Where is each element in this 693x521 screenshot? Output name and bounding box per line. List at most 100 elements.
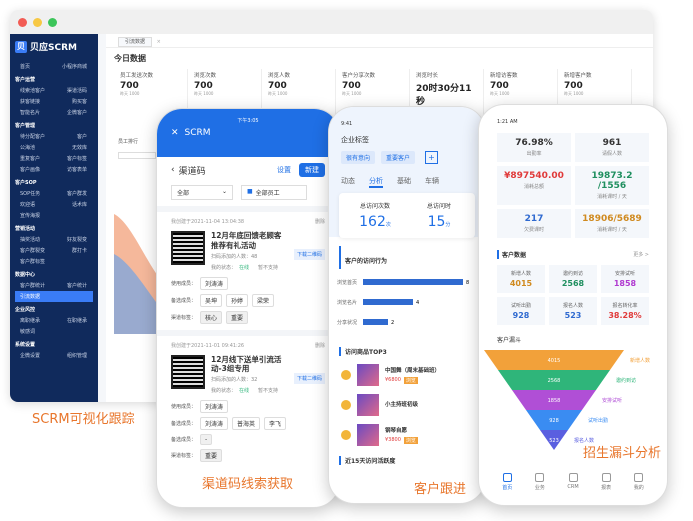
sidebar-item-left: 待分配客户 bbox=[20, 134, 46, 140]
filter-staff-select[interactable]: ■ 全部员工 bbox=[241, 185, 307, 200]
sidebar-item[interactable]: 智能名片 企微客户 bbox=[15, 107, 93, 118]
sidebar-item[interactable]: 公海池 无效库 bbox=[15, 142, 93, 153]
download-qr-button[interactable]: 下载二维码 bbox=[293, 249, 325, 260]
rank-select[interactable] bbox=[118, 152, 156, 159]
phone2-tabs: 动态 分析 基础 车辆 bbox=[341, 176, 473, 188]
sidebar-item[interactable]: 客户群裂变 群打卡 bbox=[15, 245, 93, 256]
bar bbox=[363, 319, 388, 325]
user-chip[interactable]: 刘涛涛 bbox=[200, 276, 229, 290]
more-link[interactable]: 更多 > bbox=[633, 251, 649, 258]
backup-chip[interactable]: 刘涛涛 bbox=[200, 417, 229, 430]
nav-item[interactable]: 报表 bbox=[601, 473, 611, 491]
brand: 贝 贝应SCRM bbox=[15, 40, 93, 53]
settings-button[interactable]: 设置 bbox=[277, 165, 291, 175]
sidebar-item[interactable]: 线索池客户 渠道活码 bbox=[15, 85, 93, 96]
sidebar-item[interactable]: 获客链接 购买客 bbox=[15, 96, 93, 107]
summary-cards: 76.98% 出勤率 961 请假人数 ¥897540.00 消耗总额 19873.2 /1… bbox=[479, 125, 667, 246]
channel-tag: 核心 bbox=[200, 310, 223, 324]
product-item[interactable]: 中国舞（周末基础班） ¥6800 浏览 bbox=[329, 360, 485, 390]
phone1-header: 下午3:05 ✕ SCRM bbox=[157, 109, 339, 157]
tag-label: 备选成员： bbox=[171, 437, 197, 443]
sidebar-item-left: 抽奖活动 bbox=[20, 237, 41, 243]
sidebar-item[interactable]: 引流数据 bbox=[15, 291, 93, 302]
delete-button[interactable]: 删除 bbox=[315, 342, 325, 349]
minimize-dot-icon[interactable] bbox=[33, 17, 42, 27]
sidebar-item-left: 重复客户 bbox=[20, 156, 41, 162]
sidebar-item[interactable]: 客户群标签 bbox=[15, 256, 93, 267]
nav-icon bbox=[568, 473, 578, 482]
bar-value: 2 bbox=[391, 320, 394, 326]
tab-traffic-data[interactable]: 引流数据 bbox=[118, 37, 153, 47]
sidebar-item[interactable]: 首页 小程序商城 bbox=[15, 61, 93, 72]
maximize-dot-icon[interactable] bbox=[48, 17, 57, 27]
sidebar-item[interactable]: SOP任务 客户群发 bbox=[15, 188, 93, 199]
product-item[interactable]: 小主持班初级 bbox=[329, 390, 485, 420]
backup-chip[interactable]: 孙婷 bbox=[226, 293, 249, 307]
status-value: 在线 bbox=[239, 388, 250, 394]
sidebar-item-right: 好友裂变 bbox=[66, 237, 87, 243]
sidebar-item[interactable]: 待分配客户 客户 bbox=[15, 131, 93, 142]
add-tag-icon[interactable]: + bbox=[425, 151, 439, 164]
backup-chip[interactable]: 梁荣 bbox=[252, 293, 275, 307]
download-qr-button[interactable]: 下载二维码 bbox=[293, 372, 325, 384]
nav-item[interactable]: 业务 bbox=[535, 473, 545, 491]
tag-chip[interactable]: 很有意向 bbox=[341, 151, 376, 164]
bar-value: 8 bbox=[466, 280, 469, 286]
behavior-bar-chart: 浏览首页 8 浏览名片 4 分享状况 2 bbox=[337, 279, 469, 326]
sidebar-item-right: 无效库 bbox=[71, 145, 87, 151]
product-thumb bbox=[357, 424, 379, 446]
phone1-page-title: 渠道码 bbox=[178, 166, 206, 177]
funnel-value: 928 bbox=[549, 418, 559, 424]
nav-item[interactable]: 我的 bbox=[634, 473, 644, 491]
sidebar-item[interactable]: 宣传海报 bbox=[15, 210, 93, 221]
backup-chip[interactable]: 吴坤 bbox=[200, 293, 223, 307]
qr-code-icon[interactable] bbox=[171, 231, 205, 265]
sidebar-item[interactable]: 抽奖活动 好友裂变 bbox=[15, 234, 93, 245]
sidebar-item-right: 企微客户 bbox=[66, 110, 87, 116]
qr-code-icon[interactable] bbox=[171, 354, 205, 389]
nav-item[interactable]: CRM bbox=[567, 473, 579, 491]
product-badge: 浏览 bbox=[403, 437, 418, 444]
status-value: 在线 bbox=[239, 264, 250, 271]
tab-2[interactable]: 基础 bbox=[397, 176, 411, 188]
user-chip[interactable]: 刘涛涛 bbox=[200, 400, 229, 413]
tab-1[interactable]: 分析 bbox=[369, 176, 383, 188]
caption-channel: 渠道码线索获取 bbox=[202, 477, 294, 492]
filter-all-select[interactable]: 全部 ⌄ bbox=[171, 185, 233, 200]
product-item[interactable]: 钢琴自愿 ¥3800 浏览 bbox=[329, 420, 485, 450]
nav-item[interactable]: 首页 bbox=[502, 473, 512, 491]
sidebar-item[interactable]: 离职继承 在职继承 bbox=[15, 315, 93, 326]
delete-button[interactable]: 删除 bbox=[315, 218, 325, 225]
backup-chip[interactable]: 李飞 bbox=[264, 417, 287, 430]
tab-close-icon[interactable]: × bbox=[157, 39, 161, 45]
caption-follow: 客户跟进 bbox=[414, 482, 467, 497]
sidebar-item[interactable]: 欢迎语 话术库 bbox=[15, 199, 93, 210]
sidebar-item[interactable]: 企微设置 组织管理 bbox=[15, 350, 93, 361]
sidebar-item[interactable]: 重复客户 客户标签 bbox=[15, 153, 93, 164]
back-icon[interactable]: ‹ bbox=[171, 165, 175, 175]
summary-value: 18906/5689 bbox=[582, 214, 642, 224]
sidebar-item[interactable]: 客户群统计 客户统计 bbox=[15, 280, 93, 291]
sidebar-item-right: 客户 bbox=[76, 134, 87, 140]
sidebar-item[interactable]: 客户画像 访客表单 bbox=[15, 164, 93, 175]
stat-sub: 昨天 1000 bbox=[564, 91, 584, 96]
new-button[interactable]: 新建 bbox=[299, 163, 325, 177]
tag-chip[interactable]: 重要客户 bbox=[381, 151, 416, 164]
product-price: ¥6800 bbox=[385, 377, 401, 383]
cust-cell: 邀约到访 2568 bbox=[549, 265, 597, 293]
phone1-close-icon[interactable]: ✕ bbox=[171, 128, 179, 138]
close-dot-icon[interactable] bbox=[18, 17, 27, 27]
stat-sub: 昨天 1000 bbox=[490, 91, 510, 96]
medal-icon bbox=[341, 370, 351, 380]
backup-chip[interactable]: 普海英 bbox=[232, 417, 261, 430]
rank-label: 员工排行 bbox=[118, 139, 139, 145]
bar-label: 分享状况 bbox=[337, 319, 357, 326]
tab-3[interactable]: 车辆 bbox=[425, 176, 439, 188]
cust-cell: 安排试听 1858 bbox=[601, 265, 649, 293]
stat-value: 700 bbox=[120, 81, 139, 91]
nav-icon bbox=[601, 473, 611, 482]
sidebar-item-right: 话术库 bbox=[71, 202, 87, 208]
sidebar-item[interactable]: 敏感词 bbox=[15, 326, 93, 337]
tab-0[interactable]: 动态 bbox=[341, 176, 355, 188]
nav-label: CRM bbox=[567, 484, 579, 490]
